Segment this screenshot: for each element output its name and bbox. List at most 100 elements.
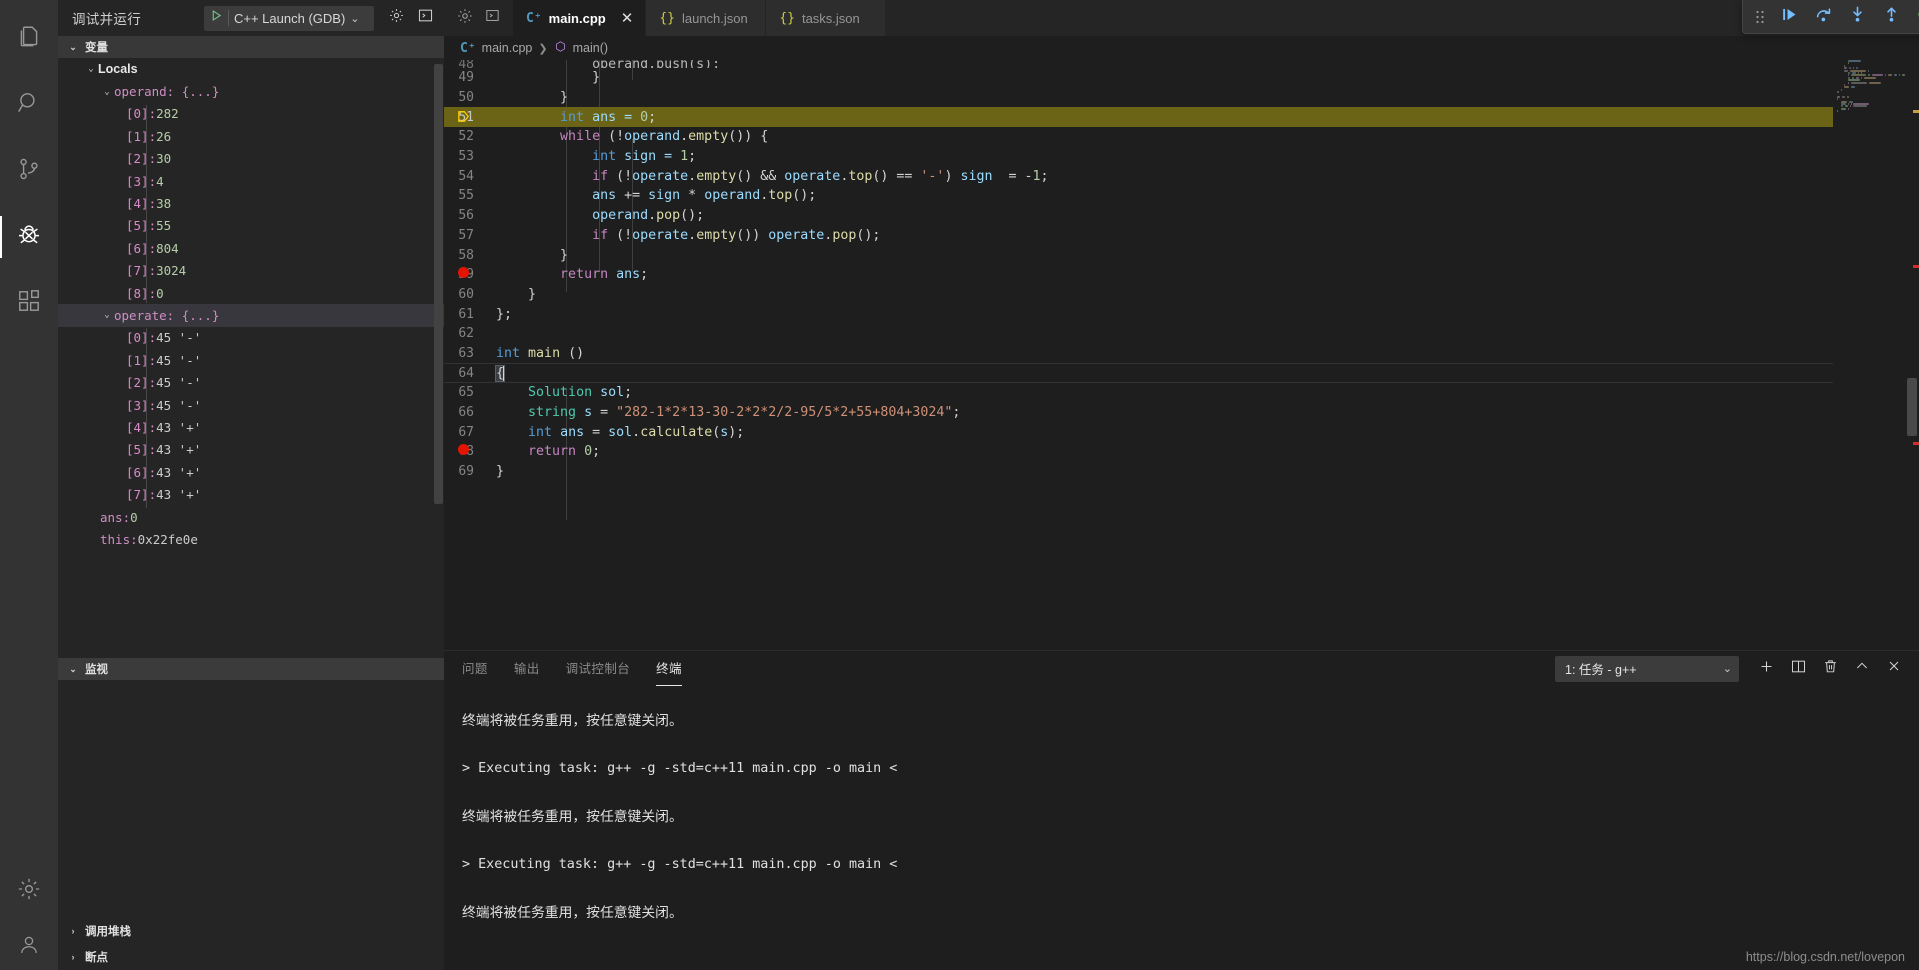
variables-tree[interactable]: ⌄ Locals ⌄operand: {...}[0]: 282[1]: 26[…: [58, 58, 444, 658]
activity-bar-item-source-control[interactable]: [0, 138, 58, 204]
breadcrumb-item-file[interactable]: main.cpp: [482, 41, 533, 55]
activity-bar-item-explorer[interactable]: [0, 6, 58, 72]
code-line[interactable]: 67 int ans = sol.calculate(s);: [444, 422, 1833, 442]
code-line[interactable]: 69}: [444, 462, 1833, 482]
launch-config-selector[interactable]: C++ Launch (GDB) ⌄: [204, 6, 374, 31]
minimap[interactable]: [1833, 60, 1919, 650]
activity-bar-item-accounts[interactable]: [0, 924, 58, 970]
code-line[interactable]: 63int main (): [444, 344, 1833, 364]
debug-step-over-button[interactable]: [1807, 3, 1839, 31]
debug-toolbar[interactable]: [1742, 0, 1919, 34]
variable-row[interactable]: [5]: 43 '+': [58, 439, 444, 461]
code-line[interactable]: 53 int sign = 1;: [444, 147, 1833, 167]
code-line[interactable]: 61};: [444, 304, 1833, 324]
debug-continue-button[interactable]: [1773, 3, 1805, 31]
variable-row[interactable]: this: 0x22fe0e: [58, 528, 444, 550]
variable-row[interactable]: [4]: 38: [58, 192, 444, 214]
code-line[interactable]: 68 return 0;: [444, 442, 1833, 462]
variable-row[interactable]: ⌄operand: {...}: [58, 80, 444, 102]
code-line[interactable]: 57 if (!operate.empty()) operate.pop();: [444, 226, 1833, 246]
variable-row[interactable]: [3]: 4: [58, 170, 444, 192]
code-line[interactable]: 64{: [444, 363, 1833, 383]
section-title-call-stack: 调用堆栈: [85, 923, 131, 939]
editor-tab-tasks-json[interactable]: {}tasks.json: [766, 0, 886, 36]
variable-row[interactable]: [1]: 45 '-': [58, 349, 444, 371]
section-header-variables[interactable]: ⌄ 变量: [58, 36, 444, 58]
editor-tab-launch-json[interactable]: {}launch.json: [646, 0, 766, 36]
section-header-watch[interactable]: ⌄ 监视: [58, 658, 444, 680]
variable-row[interactable]: [0]: 45 '-': [58, 327, 444, 349]
panel-tab-调试控制台[interactable]: 调试控制台: [566, 658, 631, 680]
maximize-panel-button[interactable]: [1847, 655, 1877, 683]
section-header-call-stack[interactable]: › 调用堆栈: [58, 918, 444, 944]
debug-restart-button[interactable]: [1909, 3, 1919, 31]
variable-row[interactable]: [7]: 3024: [58, 260, 444, 282]
breadcrumb-item-symbol[interactable]: main(): [573, 41, 608, 55]
variable-row[interactable]: [2]: 30: [58, 148, 444, 170]
variable-row[interactable]: [6]: 804: [58, 237, 444, 259]
section-header-breakpoints[interactable]: › 断点: [58, 944, 444, 970]
code-line[interactable]: 58 }: [444, 245, 1833, 265]
activity-bar-item-run-and-debug[interactable]: [0, 204, 58, 270]
code-line[interactable]: 54 if (!operate.empty() && operate.top()…: [444, 166, 1833, 186]
chevron-down-icon[interactable]: ⌄: [100, 310, 114, 320]
variable-row[interactable]: ⌄operate: {...}: [58, 304, 444, 326]
variable-row[interactable]: [3]: 45 '-': [58, 394, 444, 416]
variable-row[interactable]: [1]: 26: [58, 125, 444, 147]
breakpoint-marker[interactable]: [452, 444, 474, 459]
variable-row[interactable]: [6]: 43 '+': [58, 461, 444, 483]
terminal-selector[interactable]: 1: 任务 - g++ ⌄: [1555, 656, 1739, 682]
editor-tab-main-cpp[interactable]: C⁺main.cpp✕: [513, 0, 646, 36]
variable-row[interactable]: [0]: 282: [58, 103, 444, 125]
activity-bar-item-extensions[interactable]: [0, 270, 58, 336]
activity-bar-item-search[interactable]: [0, 72, 58, 138]
variable-row[interactable]: ans: 0: [58, 506, 444, 528]
code-line[interactable]: 50 }: [444, 88, 1833, 108]
code-line[interactable]: 66 string s = "282-1*2*13-30-2*2*2/2-95/…: [444, 403, 1833, 423]
code-line[interactable]: 55 ans += sign * operand.top();: [444, 186, 1833, 206]
terminal-output[interactable]: 终端将被任务重用，按任意键关闭。> Executing task: g++ -g…: [444, 686, 1919, 970]
code-line[interactable]: 48 operand.push(s);: [444, 60, 1833, 68]
variable-row[interactable]: [8]: 0: [58, 282, 444, 304]
code-editor[interactable]: 48 operand.push(s);49 }50 }51 int ans = …: [444, 60, 1919, 650]
variable-row[interactable]: [7]: 43 '+': [58, 483, 444, 505]
debug-step-into-button[interactable]: [1841, 3, 1873, 31]
play-icon[interactable]: [210, 9, 223, 27]
variable-row[interactable]: [5]: 55: [58, 215, 444, 237]
terminal-line: [462, 881, 1919, 896]
terminal-icon[interactable]: [484, 7, 501, 29]
split-terminal-button[interactable]: [1783, 655, 1813, 683]
kill-terminal-button[interactable]: [1815, 655, 1845, 683]
code-lines-container[interactable]: 48 operand.push(s);49 }50 }51 int ans = …: [444, 60, 1833, 650]
close-icon[interactable]: ✕: [621, 11, 634, 26]
variable-row[interactable]: [2]: 45 '-': [58, 371, 444, 393]
code-line[interactable]: 51 int ans = 0;: [444, 107, 1833, 127]
debug-step-out-button[interactable]: [1875, 3, 1907, 31]
code-line[interactable]: 56 operand.pop();: [444, 206, 1833, 226]
activity-bar-item-manage[interactable]: [0, 858, 58, 924]
variable-name: [4]:: [126, 196, 156, 211]
editor-left-actions: [444, 0, 513, 36]
debug-settings-button[interactable]: [388, 7, 405, 29]
variables-scope-locals[interactable]: ⌄ Locals: [58, 58, 444, 80]
panel-tab-问题[interactable]: 问题: [462, 658, 488, 680]
gear-icon[interactable]: [456, 7, 474, 30]
code-line[interactable]: 62: [444, 324, 1833, 344]
new-terminal-button[interactable]: [1751, 655, 1781, 683]
chevron-down-icon[interactable]: ⌄: [100, 87, 114, 97]
code-line[interactable]: 59 return ans;: [444, 265, 1833, 285]
variables-scrollbar[interactable]: [434, 64, 443, 504]
code-line[interactable]: 49 }: [444, 68, 1833, 88]
editor-scrollbar-thumb[interactable]: [1907, 378, 1917, 436]
open-debug-console-button[interactable]: [417, 7, 434, 29]
chevron-down-icon[interactable]: ⌄: [350, 12, 359, 25]
code-line[interactable]: 65 Solution sol;: [444, 383, 1833, 403]
code-line[interactable]: 52 while (!operand.empty()) {: [444, 127, 1833, 147]
code-line[interactable]: 60 }: [444, 285, 1833, 305]
drag-handle-icon[interactable]: [1749, 9, 1771, 25]
panel-tab-终端[interactable]: 终端: [656, 658, 682, 680]
breakpoint-marker[interactable]: [452, 267, 474, 282]
variable-row[interactable]: [4]: 43 '+': [58, 416, 444, 438]
panel-tab-输出[interactable]: 输出: [514, 658, 540, 680]
close-panel-button[interactable]: [1879, 655, 1909, 683]
